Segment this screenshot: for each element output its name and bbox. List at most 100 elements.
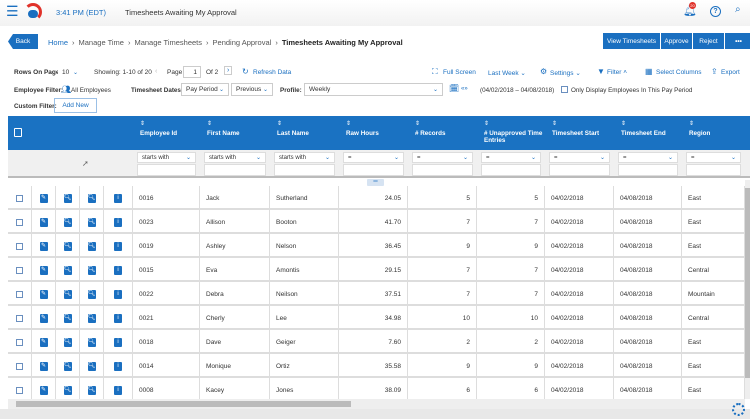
sort-icon[interactable]: ⇕ — [207, 120, 269, 127]
employee-info-icon[interactable]: i — [114, 385, 122, 395]
view-timesheet-icon[interactable]: 🔍︎ — [63, 241, 72, 251]
column-filter-operator[interactable]: = ⌄ — [481, 152, 541, 163]
sort-icon[interactable]: ⇕ — [140, 120, 199, 127]
column-filter-input[interactable] — [686, 164, 741, 176]
employee-info-icon[interactable]: i — [114, 289, 122, 299]
edit-icon[interactable]: ✎ — [39, 265, 48, 275]
employee-info-icon[interactable]: i — [114, 241, 122, 251]
sort-icon[interactable]: ⇕ — [484, 120, 544, 127]
row-checkbox[interactable] — [16, 338, 23, 346]
column-filter-operator[interactable]: = ⌄ — [686, 152, 741, 163]
column-filter-input[interactable] — [481, 164, 541, 176]
calendar-search-icon[interactable]: 🗓︎ — [449, 84, 459, 93]
vertical-scrollbar[interactable] — [745, 180, 750, 399]
edit-icon[interactable]: ✎ — [39, 217, 48, 227]
horizontal-scroll-thumb[interactable] — [16, 401, 351, 407]
table-row[interactable]: ✎ 🔍︎ 🔍︎ i 0021 Cherly Lee 34.98 10 10 04/02/2018 04… — [8, 306, 745, 330]
column-header[interactable]: ⇕ Timesheet End — [621, 120, 681, 137]
approve-button[interactable]: Approve — [661, 33, 692, 49]
column-filter-operator[interactable]: = ⌄ — [412, 152, 473, 163]
column-header[interactable]: ⇕ # Records — [415, 120, 476, 137]
column-filter-input[interactable] — [549, 164, 610, 176]
preview-icon[interactable]: 🔍︎ — [87, 361, 96, 371]
row-checkbox[interactable] — [16, 386, 23, 394]
view-timesheet-icon[interactable]: 🔍︎ — [63, 313, 72, 323]
employee-filter-value[interactable]: All Employees — [71, 87, 111, 94]
vertical-scroll-thumb[interactable] — [745, 188, 750, 378]
column-header[interactable]: ⇕ First Name — [207, 120, 269, 137]
table-row[interactable]: ✎ 🔍︎ 🔍︎ i 0016 Jack Sutherland 24.05 5 5 04/02/201… — [8, 186, 745, 210]
settings-dropdown[interactable]: Settings ⌄ — [550, 69, 581, 77]
column-filter-input[interactable] — [412, 164, 473, 176]
preview-icon[interactable]: 🔍︎ — [87, 193, 96, 203]
previous-select[interactable]: Previous ⌄ — [231, 83, 273, 96]
view-timesheet-icon[interactable]: 🔍︎ — [63, 361, 72, 371]
row-checkbox[interactable] — [16, 290, 23, 298]
horizontal-scrollbar[interactable] — [8, 399, 745, 409]
prev-page-icon[interactable]: ‹ — [155, 68, 157, 75]
edit-icon[interactable]: ✎ — [39, 337, 48, 347]
edit-icon[interactable]: ✎ — [39, 289, 48, 299]
breadcrumb-manage-time[interactable]: Manage Time — [79, 38, 124, 47]
profile-select[interactable]: Weekly ⌄ — [304, 83, 443, 96]
column-filter-operator[interactable]: starts with ⌄ — [274, 152, 335, 163]
preview-icon[interactable]: 🔍︎ — [87, 217, 96, 227]
preview-icon[interactable]: 🔍︎ — [87, 289, 96, 299]
edit-icon[interactable]: ✎ — [39, 361, 48, 371]
edit-icon[interactable]: ✎ — [39, 193, 48, 203]
view-timesheet-icon[interactable]: 🔍︎ — [63, 265, 72, 275]
employee-info-icon[interactable]: i — [114, 337, 122, 347]
sort-icon[interactable]: ⇕ — [277, 120, 338, 127]
row-checkbox[interactable] — [16, 242, 23, 250]
preview-icon[interactable]: 🔍︎ — [87, 241, 96, 251]
pay-period-select[interactable]: Pay Period ⌄ — [181, 83, 229, 96]
column-header[interactable]: ⇕ Raw Hours — [346, 120, 407, 137]
column-filter-input[interactable] — [204, 164, 266, 176]
column-header[interactable]: ⇕ Timesheet Start — [552, 120, 613, 137]
search-icon[interactable]: ⌕ — [735, 4, 741, 15]
sort-icon[interactable]: ⇕ — [346, 120, 407, 127]
select-columns-button[interactable]: Select Columns — [656, 69, 702, 76]
sort-icon[interactable]: ⇕ — [621, 120, 681, 127]
table-row[interactable]: ✎ 🔍︎ 🔍︎ i 0023 Allison Booton 41.70 7 7 04/02/2018… — [8, 210, 745, 234]
view-timesheets-button[interactable]: View Timesheets — [603, 33, 660, 49]
column-filter-operator[interactable]: starts with ⌄ — [204, 152, 266, 163]
employee-info-icon[interactable]: i — [114, 217, 122, 227]
employee-info-icon[interactable]: i — [114, 265, 122, 275]
breadcrumb-manage-timesheets[interactable]: Manage Timesheets — [134, 38, 202, 47]
employee-info-icon[interactable]: i — [114, 193, 122, 203]
view-timesheet-icon[interactable]: 🔍︎ — [63, 385, 72, 395]
column-header[interactable]: ⇕ Region — [689, 120, 744, 137]
edit-icon[interactable]: ✎ — [39, 241, 48, 251]
sort-icon[interactable]: ⇕ — [552, 120, 613, 127]
column-header[interactable]: ⇕ Last Name — [277, 120, 338, 137]
date-nav-arrows-icon[interactable]: «» — [461, 86, 468, 92]
full-screen-button[interactable]: Full Screen — [443, 69, 476, 76]
select-all-checkbox[interactable] — [14, 128, 22, 137]
table-row[interactable]: ✎ 🔍︎ 🔍︎ i 0015 Eva Amontis 29.15 7 7 04/02/2018 04/… — [8, 258, 745, 282]
column-filter-operator[interactable]: = ⌄ — [549, 152, 610, 163]
row-checkbox[interactable] — [16, 218, 23, 226]
column-filter-operator[interactable]: = ⌄ — [343, 152, 404, 163]
table-row[interactable]: ✎ 🔍︎ 🔍︎ i 0008 Kacey Jones 38.09 6 6 04/02/2018 04/… — [8, 378, 745, 399]
export-button[interactable]: Export — [721, 69, 740, 76]
reject-button[interactable]: Reject — [693, 33, 724, 49]
column-filter-input[interactable] — [137, 164, 196, 176]
preview-icon[interactable]: 🔍︎ — [87, 313, 96, 323]
column-filter-operator[interactable]: starts with ⌄ — [137, 152, 196, 163]
table-row[interactable]: ✎ 🔍︎ 🔍︎ i 0014 Monique Ortiz 35.58 9 9 04/02/2018 0… — [8, 354, 745, 378]
column-header[interactable]: ⇕ Employee Id — [140, 120, 199, 137]
sort-icon[interactable]: ⇕ — [415, 120, 476, 127]
add-new-button[interactable]: Add New — [54, 98, 97, 113]
preview-icon[interactable]: 🔍︎ — [87, 385, 96, 395]
column-header[interactable]: ⇕ # Unapproved Time Entries — [484, 120, 544, 144]
view-timesheet-icon[interactable]: 🔍︎ — [63, 217, 72, 227]
hamburger-menu-icon[interactable]: ☰ — [6, 3, 19, 20]
page-input[interactable]: 1 — [183, 66, 201, 78]
next-page-icon[interactable]: › — [224, 66, 233, 75]
column-filter-operator[interactable]: = ⌄ — [618, 152, 678, 163]
row-checkbox[interactable] — [16, 266, 23, 274]
breadcrumb-home[interactable]: Home — [48, 38, 68, 47]
row-checkbox[interactable] — [16, 194, 23, 202]
edit-icon[interactable]: ✎ — [39, 313, 48, 323]
